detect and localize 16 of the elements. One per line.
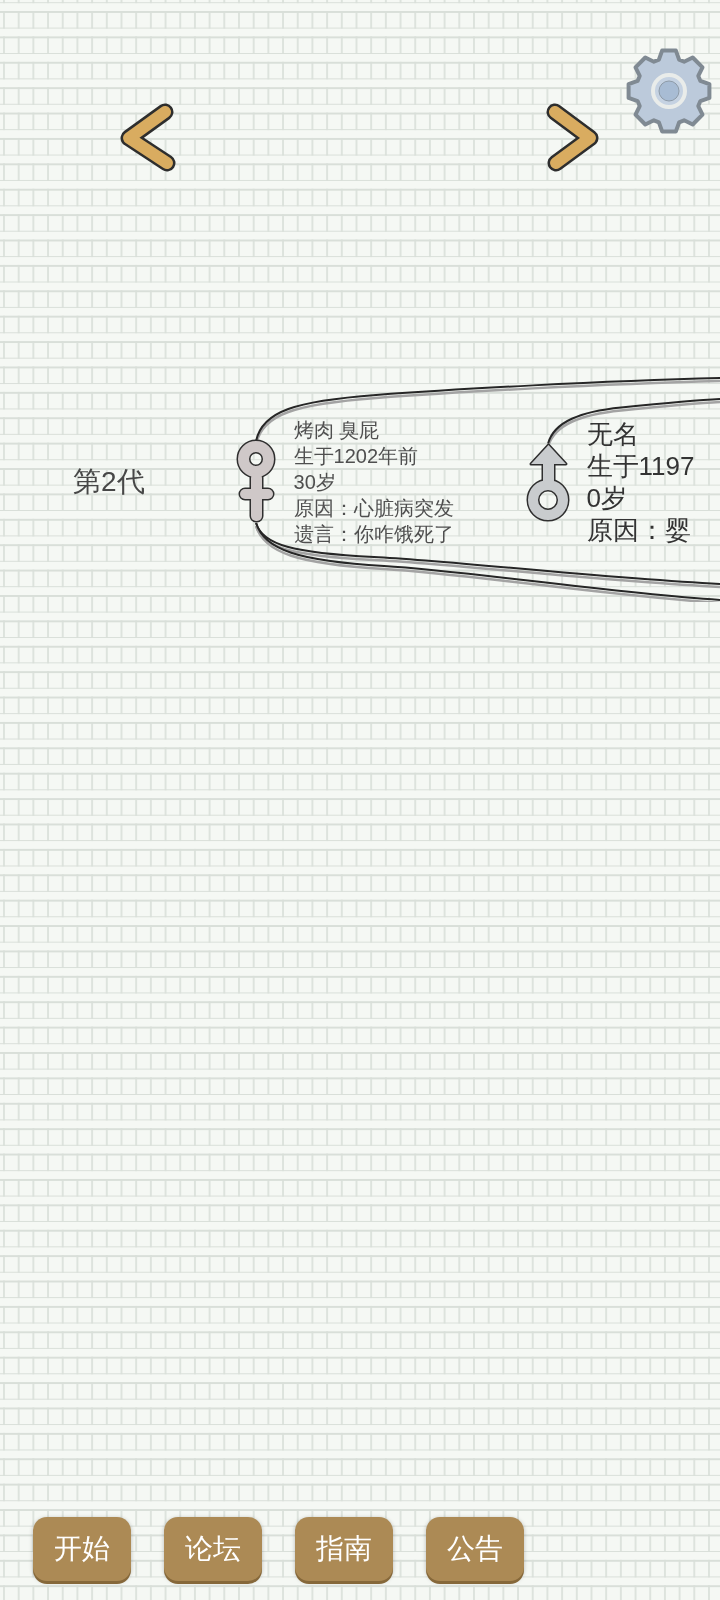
- age-text: 0岁: [586, 482, 629, 514]
- birth-text: 生于1202年前: [293, 444, 420, 469]
- nav-button[interactable]: 开始: [33, 1517, 131, 1581]
- age-text: 30岁: [293, 470, 337, 495]
- person-name: 无名: [586, 418, 640, 450]
- generation-label: 第2代: [73, 465, 145, 499]
- nav-button[interactable]: 论坛: [164, 1517, 262, 1581]
- left-chevron-icon[interactable]: [117, 102, 178, 173]
- death-cause-text: 原因：心脏病突发: [293, 496, 454, 521]
- settings-icon[interactable]: [624, 46, 714, 136]
- nav-button[interactable]: 公告: [426, 1517, 524, 1581]
- nav-button[interactable]: 指南: [295, 1517, 393, 1581]
- birth-text: 生于1197: [586, 450, 695, 482]
- death-cause-text: 原因：婴: [586, 514, 692, 546]
- person-name: 烤肉 臭屁: [293, 418, 381, 443]
- last-words-text: 遗言：你咋饿死了: [293, 522, 454, 547]
